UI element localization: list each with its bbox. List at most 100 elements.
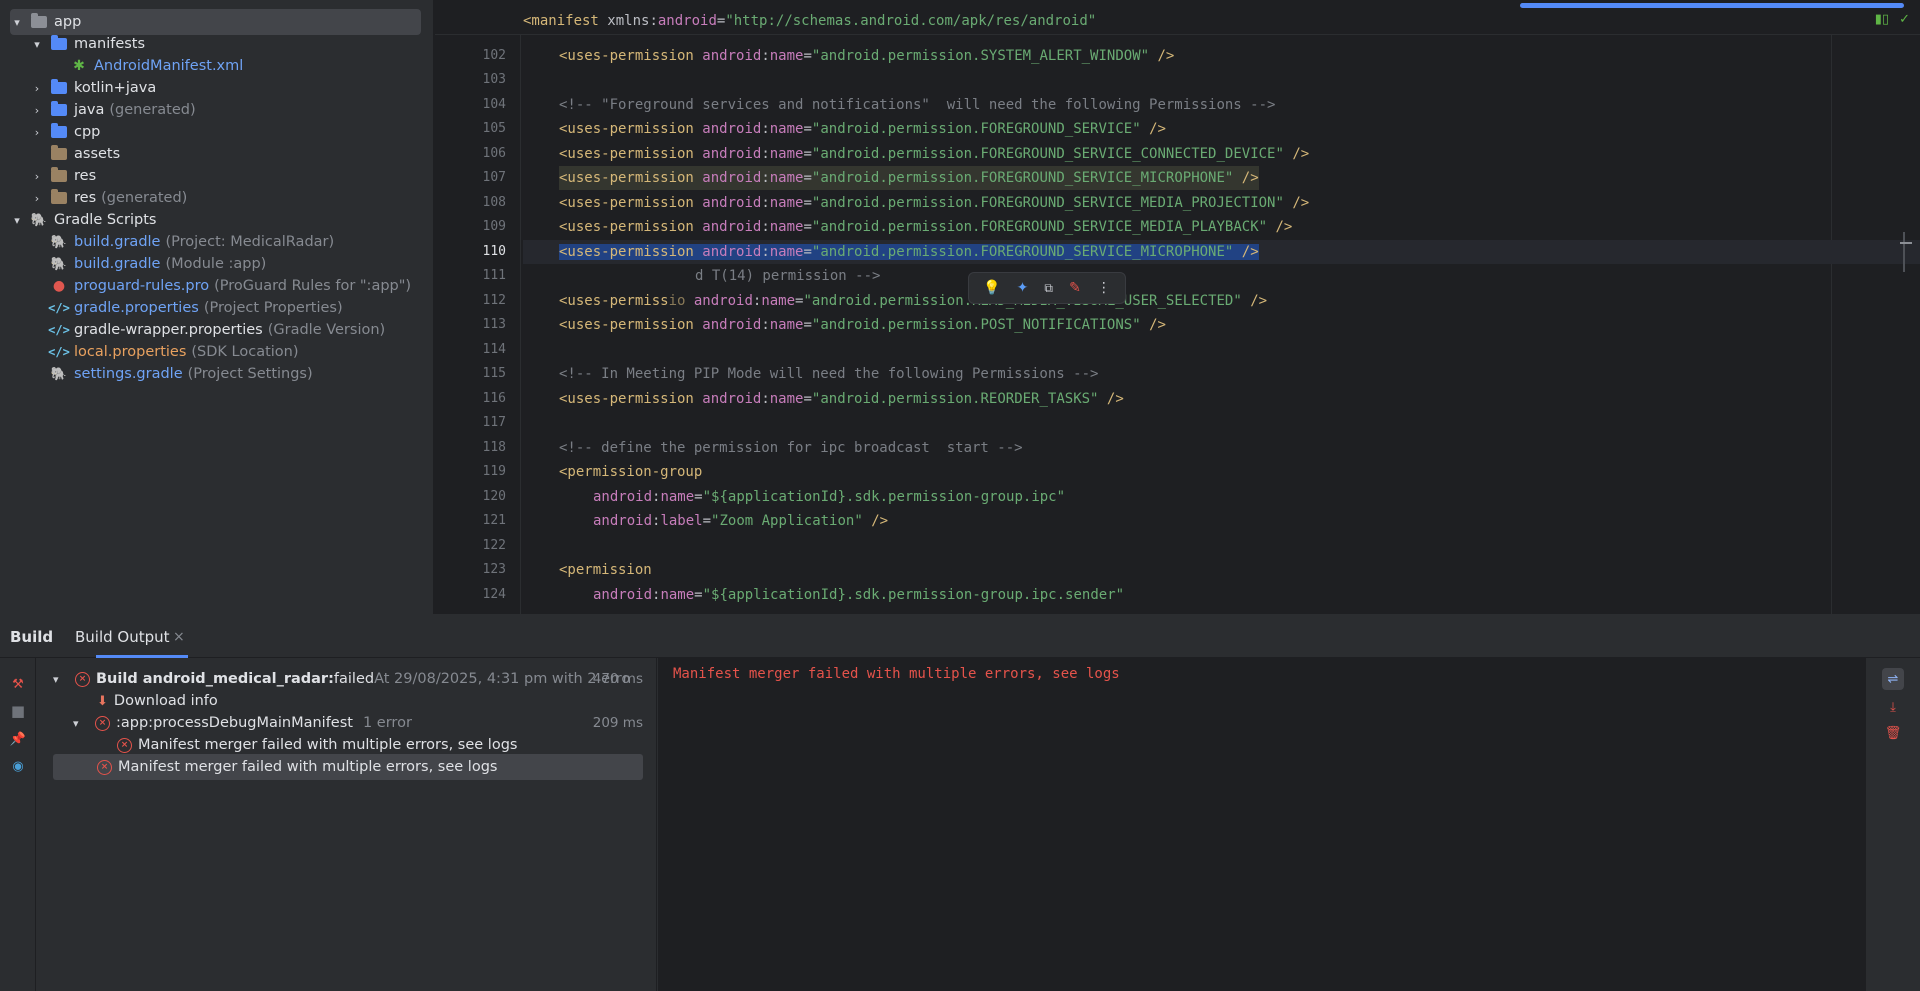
soft-wrap-icon[interactable]: ⇌ bbox=[1882, 668, 1904, 690]
ai-sparkle-icon[interactable]: ✦ bbox=[1017, 280, 1029, 296]
vertical-scroll-marker[interactable] bbox=[1900, 232, 1912, 272]
tree-item-settings-gradle[interactable]: 🐘 settings.gradle (Project Settings) bbox=[10, 361, 421, 387]
horizontal-scrollbar-thumb[interactable] bbox=[1520, 3, 1904, 8]
line-number: 122 bbox=[482, 538, 506, 553]
tab-build[interactable]: Build bbox=[10, 628, 53, 646]
punct: : bbox=[761, 317, 770, 333]
xml-tag: <uses-permission bbox=[559, 219, 703, 235]
xml-ns: android bbox=[702, 195, 762, 211]
xml-ns: android bbox=[657, 13, 717, 29]
chevron-right-icon[interactable]: › bbox=[30, 103, 44, 117]
gradle-elephant-icon: 🐘 bbox=[30, 212, 48, 228]
code-line[interactable]: <uses-permission android:name="android.p… bbox=[523, 313, 1920, 337]
line-number: 117 bbox=[482, 415, 506, 430]
xml-string: "${applicationId}.sdk.permission-group.i… bbox=[702, 489, 1066, 505]
code-line[interactable]: <uses-permission android:name="android.p… bbox=[523, 117, 1920, 141]
chevron-right-icon[interactable]: › bbox=[30, 81, 44, 95]
xml-tag: /> bbox=[1233, 170, 1259, 186]
build-output-console[interactable]: Manifest merger failed with multiple err… bbox=[658, 658, 1866, 991]
copy-icon[interactable]: ⧉ bbox=[1044, 281, 1053, 296]
xml-attr: xmlns: bbox=[607, 13, 658, 29]
chevron-down-icon[interactable]: ▾ bbox=[53, 673, 67, 686]
resource-folder-icon bbox=[50, 189, 68, 206]
tree-item-extra: (SDK Location) bbox=[191, 344, 299, 360]
more-vertical-icon[interactable]: ⋮ bbox=[1097, 280, 1111, 296]
scroll-to-end-icon[interactable]: ⤓ bbox=[1882, 696, 1904, 718]
code-line[interactable]: <!-- In Meeting PIP Mode will need the f… bbox=[523, 362, 1920, 386]
quill-icon[interactable]: ✎ bbox=[1069, 280, 1081, 296]
selected-error-row[interactable]: × Manifest merger failed with multiple e… bbox=[53, 754, 643, 780]
trash-icon[interactable]: 🗑 bbox=[1882, 722, 1904, 744]
code-line[interactable]: <!-- define the permission for ipc broad… bbox=[523, 436, 1920, 460]
lightbulb-icon[interactable]: 💡 bbox=[983, 280, 1000, 296]
xml-ns: android bbox=[693, 293, 753, 309]
hammer-icon[interactable]: ⚒ bbox=[10, 676, 26, 692]
close-tab-icon[interactable]: × bbox=[173, 629, 185, 645]
eye-icon[interactable]: ◉ bbox=[10, 758, 26, 774]
code-line[interactable]: <uses-permission android:name="android.p… bbox=[523, 387, 1920, 411]
code-line[interactable]: <uses-permission android:name="android.p… bbox=[523, 44, 1920, 68]
code-editor[interactable]: 2 102 103 104 105 106 107 108 109 110 11… bbox=[435, 0, 1920, 614]
properties-icon: </> bbox=[48, 301, 70, 315]
code-line[interactable]: <uses-permission android:name="android.p… bbox=[523, 166, 1920, 190]
code-line[interactable]: <uses-permission android:name="android.p… bbox=[523, 215, 1920, 239]
build-duration: 470 ms bbox=[592, 671, 643, 687]
xml-tag: <permission bbox=[559, 562, 652, 578]
reader-mode-icon[interactable]: ▮▯ bbox=[1875, 12, 1889, 27]
tree-item-extra: (ProGuard Rules for ":app") bbox=[214, 278, 412, 294]
current-code-line[interactable]: <uses-permission android:name="android.p… bbox=[523, 240, 1920, 264]
chevron-down-icon[interactable]: ▾ bbox=[73, 717, 87, 730]
tree-item-extra: (Gradle Version) bbox=[267, 322, 386, 338]
code-line[interactable]: android:name="${applicationId}.sdk.permi… bbox=[523, 485, 1920, 509]
code-line[interactable]: <permission-group bbox=[523, 460, 1920, 484]
punct: = bbox=[803, 48, 812, 64]
line-number: 109 bbox=[482, 219, 506, 234]
tab-build-output[interactable]: Build Output bbox=[75, 628, 170, 646]
code-line[interactable]: android:label="Zoom Application" /> bbox=[523, 509, 1920, 533]
xml-string: "android.permission.FOREGROUND_SERVICE_M… bbox=[811, 219, 1268, 235]
editor-inspection-widget[interactable]: ▮▯ ✓ bbox=[1875, 12, 1910, 27]
xml-attr: name bbox=[769, 244, 804, 260]
resource-folder-icon bbox=[50, 145, 68, 162]
chevron-down-icon[interactable]: ▾ bbox=[10, 213, 24, 227]
sticky-code-line[interactable]: <manifest xmlns:android="http://schemas.… bbox=[523, 10, 1920, 32]
tree-item-label: proguard-rules.pro bbox=[74, 278, 210, 294]
tree-item-extra: (generated) bbox=[101, 190, 188, 206]
code-line[interactable]: android:name="${applicationId}.sdk.permi… bbox=[523, 583, 1920, 607]
line-number-gutter: 2 102 103 104 105 106 107 108 109 110 11… bbox=[435, 0, 521, 614]
code-line[interactable]: d T(14) permission --> bbox=[523, 264, 1920, 288]
xml-attr: name bbox=[769, 391, 804, 407]
punct: : bbox=[761, 146, 770, 162]
generated-folder-icon bbox=[50, 101, 68, 118]
tree-item-label: local.properties bbox=[74, 344, 187, 360]
android-icon: ✱ bbox=[73, 58, 85, 74]
chevron-right-icon[interactable]: › bbox=[30, 125, 44, 139]
code-line[interactable]: <uses-permission android:name="android.p… bbox=[523, 142, 1920, 166]
stop-icon[interactable]: ■ bbox=[10, 702, 26, 720]
code-line[interactable]: <!-- "Foreground services and notificati… bbox=[523, 93, 1920, 117]
xml-string: "Zoom Application" bbox=[711, 513, 863, 529]
build-side-toolbar: ⚒ ■ 📌 ◉ bbox=[0, 658, 36, 991]
error-message: Manifest merger failed with multiple err… bbox=[138, 737, 518, 753]
code-line[interactable]: <permission bbox=[523, 558, 1920, 582]
xml-attr: name bbox=[769, 48, 804, 64]
xml-attr: name bbox=[761, 293, 796, 309]
chevron-down-icon[interactable]: ▾ bbox=[30, 37, 44, 51]
line-number: 113 bbox=[482, 317, 506, 332]
chevron-right-icon[interactable]: › bbox=[30, 191, 44, 205]
check-icon[interactable]: ✓ bbox=[1899, 12, 1910, 27]
punct: = bbox=[803, 170, 812, 186]
chevron-right-icon[interactable]: › bbox=[30, 169, 44, 183]
xml-string: "http://schemas.android.com/apk/res/andr… bbox=[725, 13, 1097, 29]
xml-ns: android bbox=[702, 146, 762, 162]
xml-ns: android bbox=[702, 121, 762, 137]
pin-icon[interactable]: 📌 bbox=[10, 731, 26, 747]
code-line[interactable]: <uses-permission android:name="android.p… bbox=[523, 191, 1920, 215]
punct: = bbox=[702, 513, 712, 529]
chevron-down-icon[interactable]: ▾ bbox=[10, 15, 24, 29]
xml-tag: /> bbox=[1140, 121, 1166, 137]
sticky-line-header[interactable]: <manifest xmlns:android="http://schemas.… bbox=[435, 0, 1920, 35]
xml-ns: android bbox=[702, 317, 762, 333]
code-line[interactable]: <uses-permissio android:name="android.pe… bbox=[523, 289, 1920, 313]
project-tree: ▾ app ▾ manifests ✱ AndroidManifest.xml … bbox=[0, 0, 434, 614]
